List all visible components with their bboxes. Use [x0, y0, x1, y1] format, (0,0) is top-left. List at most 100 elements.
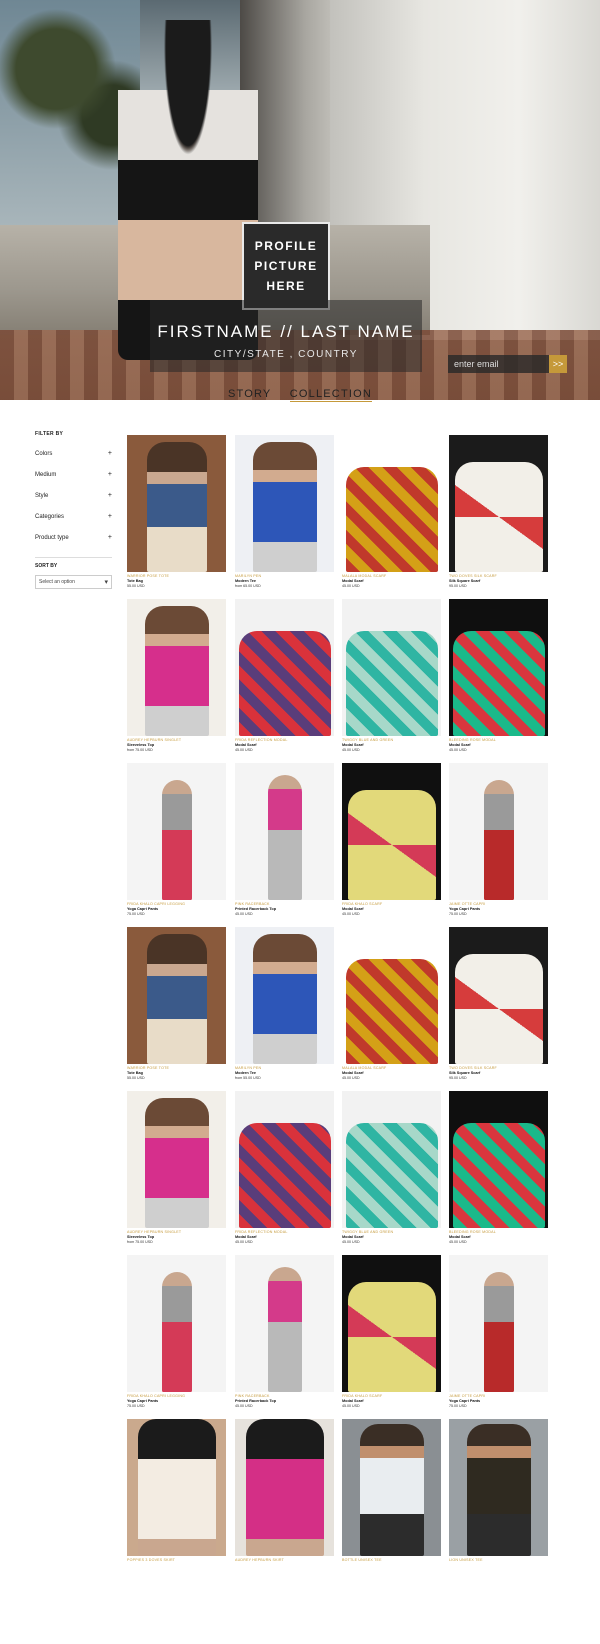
product-brand[interactable]: PINK RACERBACK — [235, 902, 334, 906]
product-brand[interactable]: LION UNISEX TEE — [449, 1558, 548, 1562]
product-image[interactable] — [127, 763, 226, 900]
product-model-figure — [466, 1424, 531, 1556]
product-image[interactable] — [342, 763, 441, 900]
product-card[interactable]: PINK RACERBACK Printed Racerback Top 45.00… — [235, 1255, 334, 1408]
product-card[interactable]: TWIGGY BLUE AND GREEN Modal Scarf 45.00 US… — [342, 599, 441, 752]
product-image[interactable] — [342, 435, 441, 572]
product-image[interactable] — [449, 599, 548, 736]
product-brand[interactable]: FRIDA REFLECTION MODAL — [235, 1230, 334, 1234]
product-card[interactable]: FRIDA KHALO SCARF Modal Scarf 45.00 USD — [342, 1255, 441, 1408]
product-price: from 75.00 USD — [127, 748, 153, 752]
product-card[interactable]: BLEEDING ROSE MODAL Modal Scarf 45.00 USD — [449, 599, 548, 752]
product-card[interactable]: AUDREY HEPBURN SINGLET Sleeveless Top from… — [127, 599, 226, 752]
product-card[interactable]: WARRIOR POSE TOTE Tote Bag 55.00 USD — [127, 927, 226, 1080]
product-card[interactable]: LION UNISEX TEE — [449, 1419, 548, 1563]
product-card[interactable]: WARRIOR POSE TOTE Tote Bag 55.00 USD — [127, 435, 226, 588]
product-card[interactable]: MARILYN PEN Modern Tee from 55.00 USD — [235, 927, 334, 1080]
product-image[interactable] — [342, 599, 441, 736]
product-image[interactable] — [127, 599, 226, 736]
filter-product-type[interactable]: Product type + — [35, 534, 112, 541]
product-image[interactable] — [342, 1419, 441, 1556]
product-model-figure — [161, 1272, 192, 1392]
product-brand[interactable]: BOTTLE UNISEX TEE — [342, 1558, 441, 1562]
product-card[interactable]: JAIME OTTE CAPRI Yoga Capri Pants 75.00 US… — [449, 763, 548, 916]
product-brand[interactable]: FRIDA KHALO SCARF — [342, 902, 441, 906]
product-image[interactable] — [127, 435, 226, 572]
product-image[interactable] — [449, 927, 548, 1064]
product-card[interactable]: FRIDA KHALO CAPRI LEGGING Yoga Capri Pant… — [127, 763, 226, 916]
product-brand[interactable]: BLEEDING ROSE MODAL — [449, 1230, 548, 1234]
email-submit-button[interactable]: >> — [549, 355, 567, 373]
product-image[interactable] — [449, 1091, 548, 1228]
product-image[interactable] — [449, 435, 548, 572]
product-brand[interactable]: WARRIOR POSE TOTE — [127, 574, 226, 578]
product-model-figure — [483, 1272, 514, 1392]
product-brand[interactable]: TWIGGY BLUE AND GREEN — [342, 1230, 441, 1234]
product-card[interactable]: AUDREY HEPBURN SINGLET Sleeveless Top from… — [127, 1091, 226, 1244]
product-image[interactable] — [342, 1255, 441, 1392]
product-card[interactable]: MALALA MODAL SCARF Modal Scarf 45.00 USD — [342, 927, 441, 1080]
sort-select[interactable]: Select an option ▾ — [35, 575, 112, 589]
product-brand[interactable]: PINK RACERBACK — [235, 1394, 334, 1398]
tab-story[interactable]: STORY — [228, 388, 272, 401]
product-image[interactable] — [235, 435, 334, 572]
product-image[interactable] — [235, 1419, 334, 1556]
product-brand[interactable]: MALALA MODAL SCARF — [342, 574, 441, 578]
product-brand[interactable]: AUDREY HEPBURN SINGLET — [127, 1230, 226, 1234]
product-image[interactable] — [235, 763, 334, 900]
product-image[interactable] — [127, 1091, 226, 1228]
filter-medium[interactable]: Medium + — [35, 471, 112, 478]
filter-colors[interactable]: Colors + — [35, 450, 112, 457]
product-brand[interactable]: FRIDA KHALO CAPRI LEGGING — [127, 1394, 226, 1398]
product-card[interactable]: FRIDA REFLECTION MODAL Modal Scarf 45.00 U… — [235, 1091, 334, 1244]
sort-select-value: Select an option — [39, 579, 75, 585]
product-brand[interactable]: AUDREY HEPBURN SKIRT — [235, 1558, 334, 1562]
product-card[interactable]: TWIGGY BLUE AND GREEN Modal Scarf 45.00 US… — [342, 1091, 441, 1244]
product-card[interactable]: BOTTLE UNISEX TEE — [342, 1419, 441, 1563]
product-brand[interactable]: AUDREY HEPBURN SINGLET — [127, 738, 226, 742]
product-image[interactable] — [342, 927, 441, 1064]
product-image[interactable] — [235, 1091, 334, 1228]
product-card[interactable]: FRIDA KHALO CAPRI LEGGING Yoga Capri Pant… — [127, 1255, 226, 1408]
product-brand[interactable]: JAIME OTTE CAPRI — [449, 1394, 548, 1398]
filter-categories[interactable]: Categories + — [35, 513, 112, 520]
product-brand[interactable]: FRIDA REFLECTION MODAL — [235, 738, 334, 742]
filter-style[interactable]: Style + — [35, 492, 112, 499]
product-card[interactable]: TWO DOVES SILK SCARF Silk Square Scarf 95.… — [449, 435, 548, 588]
product-image[interactable] — [127, 1255, 226, 1392]
product-card[interactable]: FRIDA KHALO SCARF Modal Scarf 45.00 USD — [342, 763, 441, 916]
product-image[interactable] — [127, 1419, 226, 1556]
product-image[interactable] — [342, 1091, 441, 1228]
product-brand[interactable]: MARILYN PEN — [235, 574, 334, 578]
product-card[interactable]: MALALA MODAL SCARF Modal Scarf 45.00 USD — [342, 435, 441, 588]
product-card[interactable]: AUDREY HEPBURN SKIRT — [235, 1419, 334, 1563]
product-brand[interactable]: MARILYN PEN — [235, 1066, 334, 1070]
product-card[interactable]: PINK RACERBACK Printed Racerback Top 45.00… — [235, 763, 334, 916]
product-brand[interactable]: FRIDA KHALO CAPRI LEGGING — [127, 902, 226, 906]
product-card[interactable]: JAIME OTTE CAPRI Yoga Capri Pants 75.00 US… — [449, 1255, 548, 1408]
product-brand[interactable]: WARRIOR POSE TOTE — [127, 1066, 226, 1070]
product-brand[interactable]: TWIGGY BLUE AND GREEN — [342, 738, 441, 742]
product-brand[interactable]: FRIDA KHALO SCARF — [342, 1394, 441, 1398]
product-image[interactable] — [235, 599, 334, 736]
tab-collection[interactable]: COLLECTION — [289, 388, 373, 402]
product-image[interactable] — [235, 927, 334, 1064]
product-brand[interactable]: TWO DOVES SILK SCARF — [449, 1066, 548, 1070]
product-card[interactable]: BLEEDING ROSE MODAL Modal Scarf 45.00 USD — [449, 1091, 548, 1244]
product-image[interactable] — [449, 1419, 548, 1556]
product-brand[interactable]: MALALA MODAL SCARF — [342, 1066, 441, 1070]
product-image[interactable] — [127, 927, 226, 1064]
product-brand[interactable]: TWO DOVES SILK SCARF — [449, 574, 548, 578]
filter-label: Colors — [35, 451, 53, 457]
product-image[interactable] — [449, 763, 548, 900]
product-card[interactable]: MARILYN PEN Modern Tee from 65.00 USD — [235, 435, 334, 588]
product-brand[interactable]: POPPIES 3 DOVES SKIRT — [127, 1558, 226, 1562]
product-card[interactable]: POPPIES 3 DOVES SKIRT — [127, 1419, 226, 1563]
product-brand[interactable]: JAIME OTTE CAPRI — [449, 902, 548, 906]
product-card[interactable]: FRIDA REFLECTION MODAL Modal Scarf 45.00 U… — [235, 599, 334, 752]
product-image[interactable] — [449, 1255, 548, 1392]
product-card[interactable]: TWO DOVES SILK SCARF Silk Square Scarf 95.… — [449, 927, 548, 1080]
product-brand[interactable]: BLEEDING ROSE MODAL — [449, 738, 548, 742]
product-image[interactable] — [235, 1255, 334, 1392]
profile-picture-placeholder[interactable]: PROFILE PICTURE HERE — [242, 222, 330, 310]
